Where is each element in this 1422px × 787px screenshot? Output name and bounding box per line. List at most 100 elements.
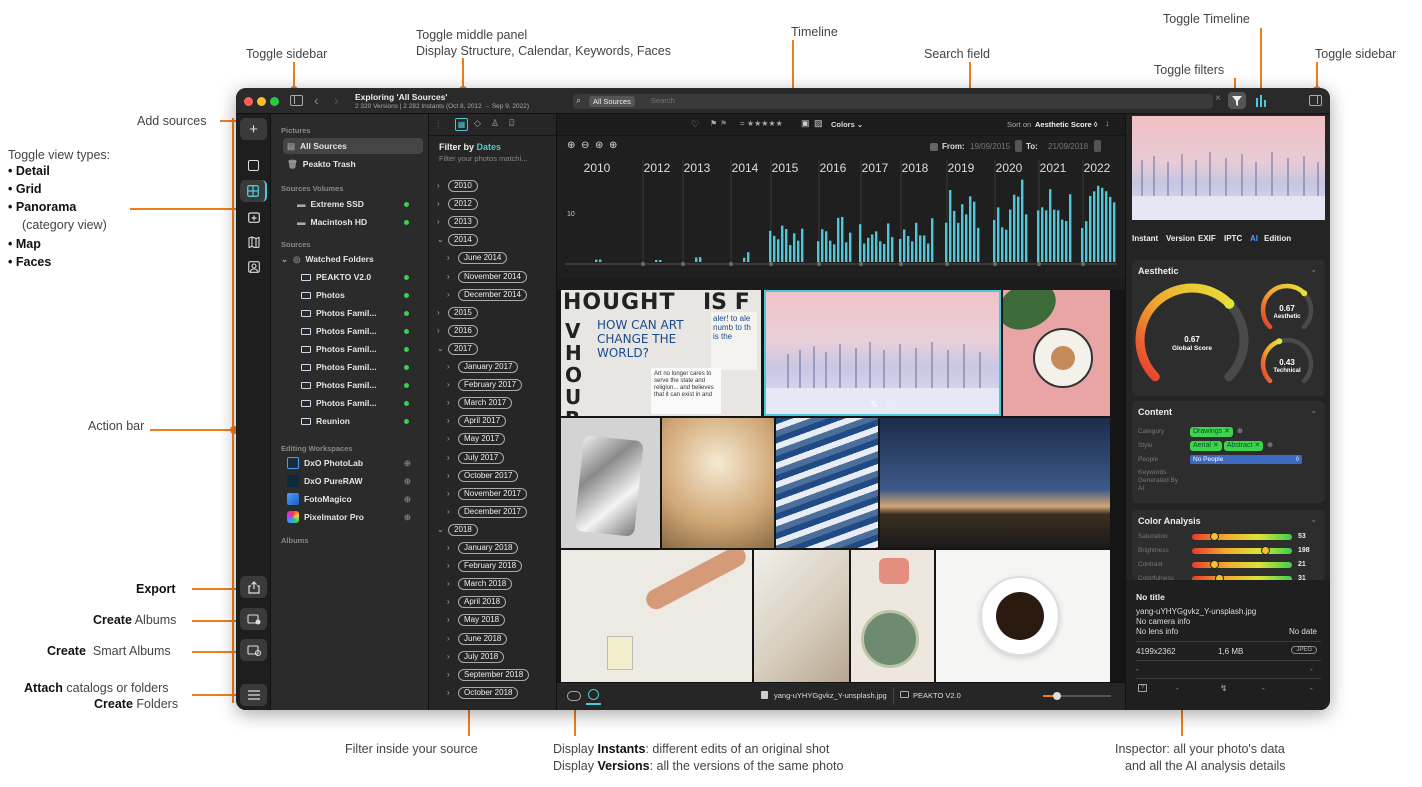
date-filter-item[interactable]: June 2014	[458, 252, 508, 265]
grid-view-button[interactable]	[240, 180, 267, 202]
toggle-filters-button[interactable]	[1228, 92, 1246, 109]
sidebar-item-volume[interactable]: ▬ Macintosh HD	[283, 214, 423, 230]
sidebar-item-volume[interactable]: ▬ Extreme SSD	[283, 196, 423, 212]
instants-toggle-icon[interactable]	[567, 691, 581, 701]
panorama-view-button[interactable]	[240, 206, 267, 228]
chevron-right-icon[interactable]: ›	[447, 489, 450, 498]
chevron-right-icon[interactable]: ›	[447, 561, 450, 570]
from-date-field[interactable]: 19/09/2015	[970, 142, 1010, 151]
image-icon[interactable]: ▨	[814, 118, 823, 129]
photo-thumbnail[interactable]: HOUGHT IS F V H OUR ACTION HOW CAN ART C…	[561, 290, 761, 416]
photo-thumbnail[interactable]	[936, 550, 1110, 682]
date-filter-item[interactable]: September 2018	[458, 668, 530, 681]
date-filter-item[interactable]: January 2017	[458, 361, 519, 373]
date-filter-item[interactable]: July 2018	[458, 650, 505, 663]
create-album-button[interactable]	[240, 608, 267, 630]
date-filter-item[interactable]: 2017	[448, 342, 478, 355]
sidebar-item-all-sources[interactable]: ▤ All Sources	[283, 138, 423, 154]
heart-icon[interactable]: ♡	[691, 119, 699, 130]
chevron-right-icon[interactable]: ›	[447, 670, 450, 679]
chevron-right-icon[interactable]: ›	[437, 217, 440, 226]
map-view-button[interactable]	[240, 231, 267, 253]
chevron-right-icon[interactable]: ›	[447, 398, 450, 407]
date-filter-item[interactable]: October 2018	[458, 686, 519, 699]
chevron-right-icon[interactable]: ›	[447, 652, 450, 661]
zoom-fit-icon[interactable]: ⊛	[595, 140, 603, 151]
inspector-tab[interactable]: EXIF	[1198, 234, 1216, 243]
timeline-chart[interactable]: 10 2010 2012 2013 2014 2015 2016 2017 2018 2019 2…	[557, 158, 1125, 278]
chevron-right-icon[interactable]: ›	[447, 543, 450, 552]
zoom-reset-icon[interactable]: ⊕	[609, 140, 617, 151]
date-filter-item[interactable]: 2016	[448, 324, 478, 337]
date-range-checkbox[interactable]	[930, 143, 938, 151]
date-filter-item[interactable]: 2015	[448, 306, 478, 319]
sidebar-item-folder[interactable]: Photos Famil...	[283, 395, 423, 411]
sidebar-item-workspace[interactable]: DxO PureRAW ⊕	[283, 473, 423, 489]
date-filter-item[interactable]: 2010	[448, 180, 478, 192]
filter-field-dates[interactable]: Dates	[477, 142, 502, 152]
to-date-field[interactable]: 21/09/2018	[1048, 142, 1088, 151]
detail-view-button[interactable]	[240, 154, 267, 176]
attach-menu-button[interactable]	[240, 684, 267, 706]
date-filter-item[interactable]: March 2017	[458, 397, 513, 410]
date-filter-item[interactable]: May 2018	[458, 614, 506, 627]
from-date-stepper[interactable]	[1015, 140, 1022, 152]
photo-thumbnail[interactable]	[1003, 290, 1110, 416]
photo-thumbnail[interactable]	[561, 418, 660, 548]
chevron-right-icon[interactable]: ›	[447, 597, 450, 606]
sidebar-item-folder[interactable]: Photos Famil...	[283, 341, 423, 357]
inspector-tab[interactable]: IPTC	[1224, 234, 1242, 243]
date-filter-item[interactable]: January 2018	[458, 542, 519, 554]
favorite-heart-icon[interactable]: ♡	[886, 399, 896, 412]
photo-thumbnail[interactable]	[880, 418, 1110, 548]
help-icon[interactable]: ?	[1138, 684, 1147, 692]
date-filter-item[interactable]: 2014	[448, 234, 478, 247]
reject-flag-icon[interactable]: ⚑	[720, 119, 727, 128]
add-circle-icon[interactable]: ⊕	[404, 458, 411, 469]
zoom-out-icon[interactable]: ⊖	[581, 140, 589, 151]
sidebar-item-workspace[interactable]: DxO PhotoLab ⊕	[283, 455, 423, 471]
toggle-inspector-icon[interactable]	[1309, 95, 1322, 106]
flag-icon[interactable]: ⚑	[710, 119, 717, 128]
toggle-timeline-button[interactable]	[1254, 93, 1270, 108]
chevron-right-icon[interactable]: ›	[447, 380, 450, 389]
chevron-down-icon[interactable]: ⌄	[437, 525, 444, 534]
sidebar-item-watched-folders[interactable]: ⌄ ◎ Watched Folders	[277, 251, 417, 267]
chevron-right-icon[interactable]: ›	[447, 290, 450, 299]
date-filter-item[interactable]: June 2018	[458, 632, 508, 645]
chevron-right-icon[interactable]: ›	[447, 471, 450, 480]
chevron-right-icon[interactable]: ›	[447, 615, 450, 624]
versions-toggle-icon[interactable]	[588, 689, 599, 700]
photo-thumbnail[interactable]	[662, 418, 774, 548]
forward-arrow-icon[interactable]: ›	[334, 92, 339, 108]
date-filter-item[interactable]: February 2018	[458, 560, 523, 573]
faces-view-button[interactable]	[240, 256, 267, 278]
chevron-right-icon[interactable]: ›	[447, 362, 450, 371]
sidebar-item-folder[interactable]: Photos Famil...	[283, 305, 423, 321]
calendar-tab-icon[interactable]: ▦	[455, 118, 468, 131]
back-arrow-icon[interactable]: ‹	[314, 92, 319, 108]
chevron-right-icon[interactable]: ›	[447, 579, 450, 588]
chevron-down-icon[interactable]: ⌄	[1310, 406, 1317, 415]
sidebar-item-folder[interactable]: Photos Famil...	[283, 359, 423, 375]
sidebar-item-folder[interactable]: Photos Famil...	[283, 377, 423, 393]
edit-icon[interactable]: ✎	[870, 400, 878, 411]
date-filter-item[interactable]: December 2017	[458, 505, 527, 518]
search-field[interactable]: ⌕ All Sources Search	[573, 94, 1213, 109]
inspector-tab[interactable]: AI	[1250, 234, 1258, 243]
create-smart-album-button[interactable]	[240, 639, 267, 661]
date-filter-item[interactable]: February 2017	[458, 379, 523, 392]
date-filter-item[interactable]: October 2017	[458, 469, 519, 482]
thumbnail-size-slider[interactable]	[1043, 692, 1111, 700]
chevron-right-icon[interactable]: ›	[437, 181, 440, 190]
date-filter-item[interactable]: November 2017	[458, 487, 527, 500]
date-filter-item[interactable]: 2018	[448, 523, 478, 536]
date-filter-item[interactable]: March 2018	[458, 578, 513, 591]
date-filter-item[interactable]: 2013	[448, 216, 478, 229]
close-window-button[interactable]	[244, 97, 253, 106]
chevron-right-icon[interactable]: ›	[437, 326, 440, 335]
date-filter-item[interactable]: December 2014	[458, 288, 527, 301]
date-filter-item[interactable]: 2012	[448, 198, 478, 211]
date-filter-item[interactable]: April 2018	[458, 596, 507, 609]
chevron-down-icon[interactable]: ⌄	[1310, 515, 1317, 524]
